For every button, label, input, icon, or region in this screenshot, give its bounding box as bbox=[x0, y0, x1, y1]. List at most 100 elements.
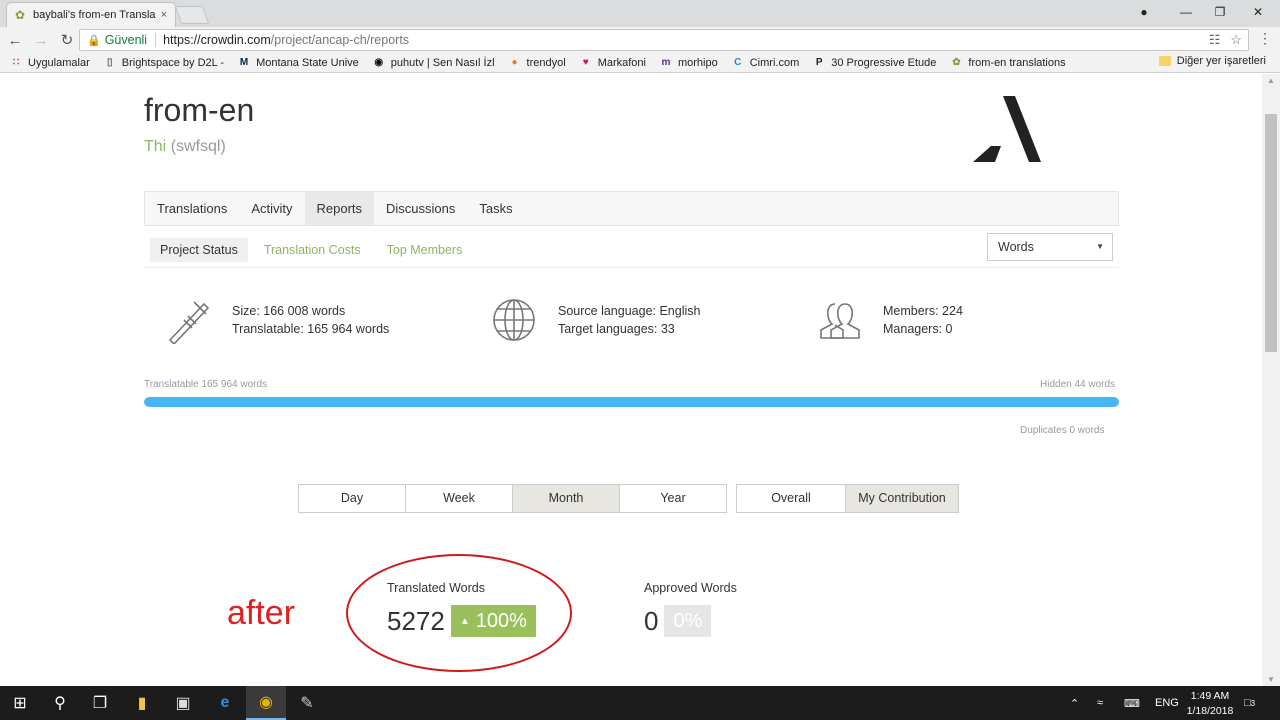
unit-select[interactable]: Words ▼ bbox=[987, 233, 1113, 261]
forward-icon[interactable]: → bbox=[30, 29, 52, 51]
p-icon: P bbox=[815, 57, 823, 68]
size-stat: Size: 166 008 words Translatable: 165 96… bbox=[164, 296, 389, 344]
bookmark-item[interactable]: ◉ puhutv | Sen Nasıl İzl bbox=[373, 57, 494, 69]
approved-words-metric: Approved Words 0 0% bbox=[644, 581, 737, 637]
bookmark-item[interactable]: ▯ Brightspace by D2L - bbox=[104, 57, 224, 69]
members-stat: Members: 224 Managers: 0 bbox=[815, 296, 963, 344]
tab-discussions[interactable]: Discussions bbox=[374, 192, 467, 225]
store-icon[interactable]: ▣ bbox=[163, 686, 203, 720]
network-icon[interactable]: ≈ bbox=[1097, 686, 1103, 720]
scope-my-contribution-button[interactable]: My Contribution bbox=[845, 484, 959, 513]
period-selector: Day Week Month Year bbox=[298, 484, 727, 513]
annotation-text: after bbox=[227, 594, 296, 632]
page-scrollbar[interactable]: ▲ ▼ bbox=[1262, 74, 1280, 686]
profile-icon[interactable]: ● bbox=[1124, 0, 1164, 24]
bookmark-label: Uygulamalar bbox=[28, 56, 90, 69]
ruler-caliper-icon bbox=[168, 301, 210, 344]
scroll-up-icon[interactable]: ▲ bbox=[1267, 76, 1275, 85]
bookmark-label: Brightspace by D2L - bbox=[121, 56, 225, 69]
search-icon[interactable]: ⚲ bbox=[40, 686, 80, 720]
clock[interactable]: 1:49 AM 1/18/2018 bbox=[1180, 689, 1240, 719]
project-nav: Translations Activity Reports Discussions Ta… bbox=[144, 191, 1119, 226]
subtab-project-status[interactable]: Project Status bbox=[150, 237, 248, 262]
crowdin-icon: ✿ bbox=[952, 57, 961, 68]
new-tab-button[interactable] bbox=[174, 6, 210, 24]
scope-overall-button[interactable]: Overall bbox=[736, 484, 846, 513]
scroll-thumb[interactable] bbox=[1265, 114, 1277, 352]
subtab-translation-costs[interactable]: Translation Costs bbox=[254, 238, 371, 262]
browser-menu-icon[interactable]: ⋮ bbox=[1258, 30, 1272, 47]
globe-icon bbox=[493, 299, 535, 341]
bookmark-label: Montana State Unive bbox=[256, 56, 359, 69]
edge-icon[interactable]: e bbox=[205, 686, 245, 720]
period-day-button[interactable]: Day bbox=[298, 484, 406, 513]
notification-count: 3 bbox=[1250, 698, 1256, 708]
address-divider bbox=[155, 33, 157, 47]
notification-icon[interactable]: □ 3 bbox=[1244, 686, 1255, 720]
bookmark-label: Markafoni bbox=[597, 56, 646, 69]
bookmark-star-icon[interactable]: ☆ bbox=[1230, 32, 1242, 48]
period-week-button[interactable]: Week bbox=[405, 484, 513, 513]
m-logo-icon: M bbox=[239, 57, 249, 68]
project-logo bbox=[973, 96, 1041, 162]
chevron-down-icon: ▼ bbox=[1096, 242, 1104, 251]
paint-icon[interactable]: ✎ bbox=[287, 686, 327, 720]
bookmark-label: from-en translations bbox=[968, 56, 1066, 69]
file-explorer-icon[interactable]: ▮ bbox=[122, 686, 162, 720]
address-bar[interactable]: 🔒 Güvenli https://crowdin.com /project/a… bbox=[79, 29, 1249, 51]
subtab-top-members[interactable]: Top Members bbox=[377, 238, 473, 262]
bookmark-item[interactable]: C Cimri.com bbox=[732, 56, 800, 69]
duplicates-label: Duplicates 0 words bbox=[1020, 425, 1105, 436]
other-bookmarks-label: Diğer yer işaretleri bbox=[1176, 55, 1266, 67]
start-icon[interactable]: ⊞ bbox=[0, 686, 40, 720]
tab-close-icon[interactable]: × bbox=[161, 9, 167, 21]
url-host: https://crowdin.com bbox=[163, 33, 271, 47]
approved-percent-badge: 0% bbox=[664, 605, 712, 637]
project-owner: Thi (swfsql) bbox=[144, 138, 226, 156]
size-text: Size: 166 008 words bbox=[232, 304, 346, 318]
bookmark-item[interactable]: ∷ Uygulamalar bbox=[10, 57, 90, 69]
users-icon bbox=[820, 303, 860, 339]
period-month-button[interactable]: Month bbox=[512, 484, 620, 513]
bookmark-item[interactable]: m morhipo bbox=[660, 57, 718, 69]
project-title: from-en bbox=[144, 92, 255, 128]
bookmark-item[interactable]: ✿ from-en translations bbox=[950, 57, 1065, 69]
translate-icon[interactable]: ☷ bbox=[1209, 32, 1221, 48]
reload-icon[interactable]: ↻ bbox=[56, 29, 78, 51]
tab-activity[interactable]: Activity bbox=[239, 192, 304, 225]
tab-reports[interactable]: Reports bbox=[304, 192, 375, 225]
crowdin-favicon-icon: ✿ bbox=[15, 8, 26, 22]
browser-tab[interactable]: ✿ baybali's from-en Transla × bbox=[6, 2, 176, 27]
maximize-button[interactable]: ❐ bbox=[1200, 0, 1240, 24]
owner-name-link[interactable]: Thi bbox=[144, 138, 166, 155]
source-language-text: Source language: English bbox=[558, 304, 701, 318]
tray-chevron-icon[interactable]: ⌃ bbox=[1070, 686, 1079, 720]
translated-words-value: 5272 bbox=[387, 605, 445, 636]
apps-grid-icon: ∷ bbox=[12, 57, 20, 68]
target-languages-text: Target languages: 33 bbox=[558, 322, 675, 336]
bookmarks-bar: ∷ Uygulamalar ▯ Brightspace by D2L - M Montan… bbox=[0, 53, 1280, 73]
bookmark-label: trendyol bbox=[526, 56, 566, 69]
other-bookmarks[interactable]: Diğer yer işaretleri bbox=[1158, 55, 1266, 67]
task-view-icon[interactable]: ❐ bbox=[80, 686, 120, 720]
bookmark-item[interactable]: M Montana State Unive bbox=[238, 57, 359, 69]
bookmark-item[interactable]: P 30 Progressive Etude bbox=[813, 57, 937, 69]
tab-tasks[interactable]: Tasks bbox=[467, 192, 524, 225]
bookmark-item[interactable]: ♥ Markafoni bbox=[580, 57, 646, 69]
unit-select-value: Words bbox=[998, 240, 1034, 254]
tab-translations[interactable]: Translations bbox=[145, 192, 239, 225]
lock-icon: 🔒 bbox=[87, 34, 101, 47]
back-icon[interactable]: ← bbox=[4, 29, 26, 51]
chrome-icon[interactable]: ◉ bbox=[246, 686, 286, 720]
keyboard-icon[interactable]: ⌨ bbox=[1124, 686, 1140, 720]
language-indicator[interactable]: ENG bbox=[1155, 686, 1179, 720]
scroll-down-icon[interactable]: ▼ bbox=[1267, 675, 1275, 684]
browser-toolbar: ← → ↻ 🔒 Güvenli https://crowdin.com /pro… bbox=[0, 27, 1280, 53]
bookmark-item[interactable]: ● trendyol bbox=[509, 57, 566, 69]
progress-right-label: Hidden 44 words bbox=[1040, 379, 1116, 390]
close-window-button[interactable]: ✕ bbox=[1238, 0, 1278, 24]
period-year-button[interactable]: Year bbox=[619, 484, 727, 513]
bookmark-label: Cimri.com bbox=[749, 56, 800, 69]
clock-date: 1/18/2018 bbox=[1186, 705, 1234, 717]
approved-words-label: Approved Words bbox=[644, 581, 737, 595]
